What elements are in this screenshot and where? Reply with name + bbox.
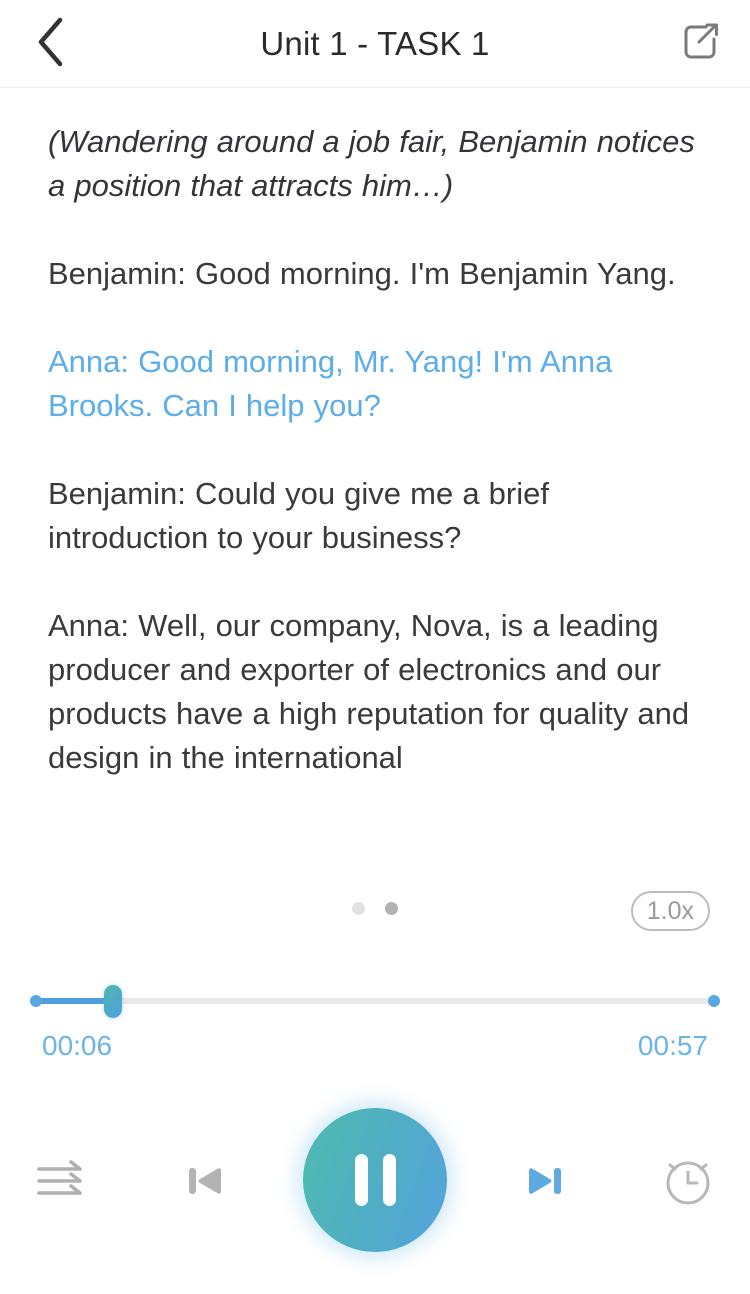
previous-track-icon — [182, 1158, 228, 1209]
transcript-stage-direction: (Wandering around a job fair, Benjamin n… — [48, 124, 695, 203]
transcript-line-anna-2: Anna: Well, our company, Nova, is a lead… — [48, 608, 690, 775]
alarm-clock-icon — [659, 1152, 717, 1215]
share-button[interactable] — [664, 8, 736, 80]
transcript-line-benjamin-1: Benjamin: Good morning. I'm Benjamin Yan… — [48, 256, 676, 291]
next-track-icon — [522, 1158, 568, 1209]
page-indicator — [352, 902, 398, 915]
slider-start-marker — [30, 995, 42, 1007]
share-icon — [678, 19, 722, 70]
page-dot-2[interactable] — [385, 902, 398, 915]
transcript-line-anna-1-active: Anna: Good morning, Mr. Yang! I'm Anna B… — [48, 344, 613, 423]
pause-icon-bar-right — [382, 1154, 396, 1206]
slider-end-marker — [708, 995, 720, 1007]
transcript-body[interactable]: (Wandering around a job fair, Benjamin n… — [48, 120, 708, 860]
slider-thumb[interactable] — [103, 985, 122, 1018]
pause-icon-bar-left — [354, 1154, 368, 1206]
slider-track — [30, 998, 720, 1004]
app-header: Unit 1 - TASK 1 — [0, 0, 750, 88]
playlist-order-button[interactable] — [7, 1108, 117, 1258]
current-time: 00:06 — [42, 1030, 113, 1061]
progress-slider[interactable] — [30, 980, 720, 1024]
transcript-line-benjamin-2: Benjamin: Could you give me a brief intr… — [48, 476, 549, 555]
page-title: Unit 1 - TASK 1 — [260, 25, 490, 62]
total-time: 00:57 — [637, 1030, 708, 1061]
time-row: 00:06 00:57 — [42, 1030, 708, 1062]
playlist-order-icon — [33, 1152, 91, 1215]
previous-track-button[interactable] — [150, 1108, 260, 1258]
page-dot-1[interactable] — [352, 902, 365, 915]
audio-player-screen: Unit 1 - TASK 1 (Wandering around a job … — [0, 0, 750, 1294]
play-pause-button[interactable] — [303, 1108, 447, 1252]
sleep-timer-button[interactable] — [633, 1108, 743, 1258]
playback-speed-button[interactable]: 1.0x — [630, 891, 710, 931]
next-track-button[interactable] — [490, 1108, 600, 1258]
slider-track-fill — [30, 998, 113, 1004]
